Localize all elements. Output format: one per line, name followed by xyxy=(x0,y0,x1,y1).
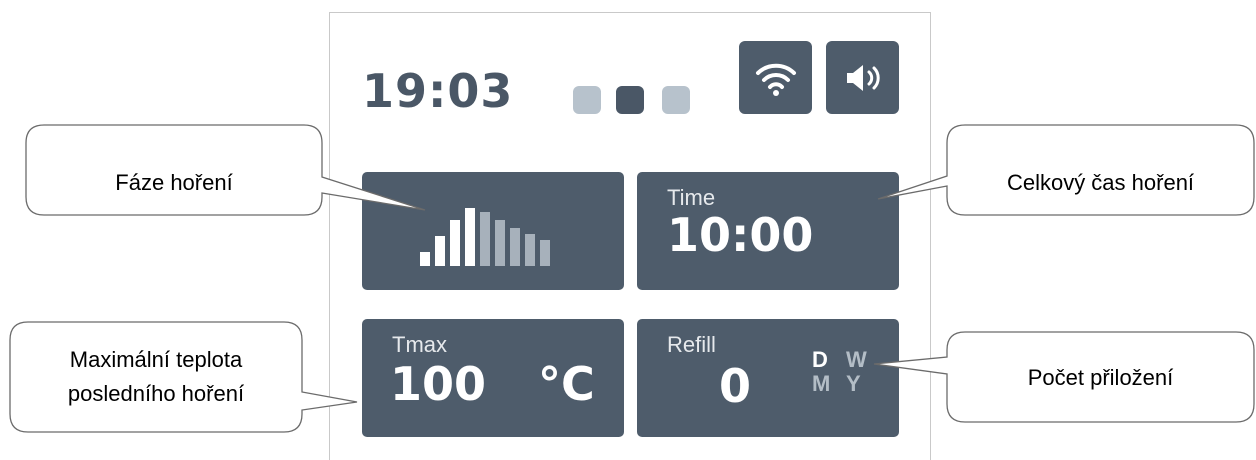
callout-burn-phase-text: Fáze hoření xyxy=(115,170,233,195)
callout-max-temp-line1: Maximální teplota xyxy=(69,347,243,372)
callout-total-time-text: Celkový čas hoření xyxy=(1006,170,1195,195)
callout-max-temp-line2: posledního hoření xyxy=(67,381,245,406)
callout-refill-count-text: Počet přiložení xyxy=(1027,365,1174,390)
callout-max-temp-bubble xyxy=(9,321,358,433)
